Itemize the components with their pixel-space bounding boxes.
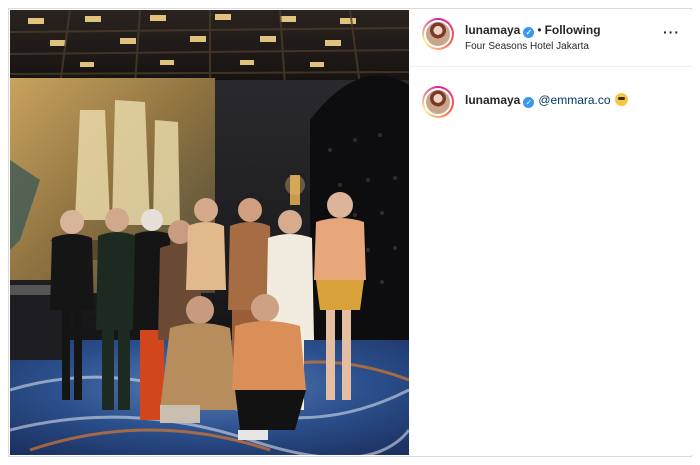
smiling-face-emoji-icon (614, 93, 628, 106)
author-username[interactable]: lunamaya (465, 23, 520, 37)
author-line: lunamaya ✓ • Following (465, 23, 601, 38)
location-link[interactable]: Four Seasons Hotel Jakarta (465, 41, 589, 52)
verified-badge-icon: ✓ (523, 97, 535, 108)
caption-row: lunamaya ✓ @emmara.co (410, 82, 692, 122)
post-header: lunamaya ✓ • Following Four Seasons Hotel J… (410, 10, 692, 67)
caption-text: lunamaya ✓ @emmara.co (465, 93, 628, 108)
post-photo[interactable] (10, 10, 409, 455)
following-button[interactable]: Following (545, 23, 601, 37)
group-photo-illustration (10, 10, 409, 455)
caption-username[interactable]: lunamaya (465, 93, 520, 107)
more-options-icon[interactable]: ··· (663, 24, 680, 40)
post-side-panel: lunamaya ✓ • Following Four Seasons Hotel J… (410, 10, 692, 455)
verified-badge-icon: ✓ (523, 27, 535, 38)
mention-link[interactable]: @emmara.co (538, 93, 610, 107)
author-avatar[interactable] (422, 18, 454, 50)
separator-dot: • (537, 23, 542, 37)
caption-avatar[interactable] (422, 86, 454, 118)
